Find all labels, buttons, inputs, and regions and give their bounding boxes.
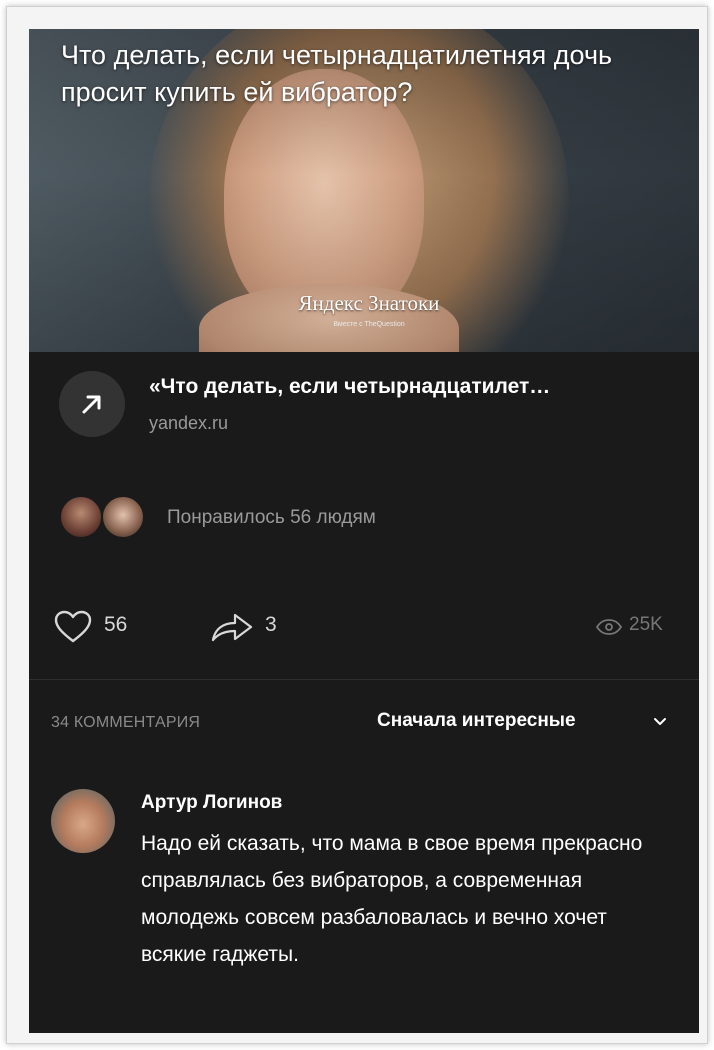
logo-subtitle: Вместе с TheQuestion: [333, 321, 405, 328]
likes-summary[interactable]: Понравилось 56 людям: [167, 507, 376, 529]
post-image-title: Что делать, если четырнадцатилетняя дочь…: [61, 40, 613, 107]
comment-author-avatar[interactable]: [51, 789, 115, 853]
yandex-znatoki-logo: Яндекс Знатоки: [298, 291, 440, 315]
link-domain[interactable]: yandex.ru: [149, 413, 228, 434]
comment-text: Надо ей сказать, что мама в свое время п…: [141, 832, 643, 966]
comments-count: 34 КОММЕНТАРИЯ: [51, 714, 201, 731]
comment-author[interactable]: Артур Логинов: [141, 792, 282, 814]
share-icon[interactable]: [209, 609, 261, 645]
comments-sort-select[interactable]: Сначала интересные: [377, 710, 576, 732]
external-link-button[interactable]: [59, 371, 125, 437]
like-count: 56: [104, 613, 128, 636]
views-count: 25K: [629, 614, 663, 635]
link-title[interactable]: «Что делать, если четырнадцатилет…: [149, 375, 689, 399]
liker-avatar[interactable]: [59, 495, 103, 539]
chevron-down-icon[interactable]: [653, 717, 667, 727]
liker-avatar[interactable]: [101, 495, 145, 539]
divider: [29, 679, 699, 680]
post-image[interactable]: Что делать, если четырнадцатилетняя дочь…: [29, 29, 699, 352]
share-count: 3: [265, 613, 277, 636]
post-screen: Что делать, если четырнадцатилетняя дочь…: [29, 29, 699, 1033]
eye-icon: [596, 619, 622, 635]
arrow-up-right-icon: [82, 395, 101, 414]
screenshot-frame: Что делать, если четырнадцатилетняя дочь…: [6, 6, 708, 1044]
heart-icon[interactable]: [53, 609, 93, 645]
